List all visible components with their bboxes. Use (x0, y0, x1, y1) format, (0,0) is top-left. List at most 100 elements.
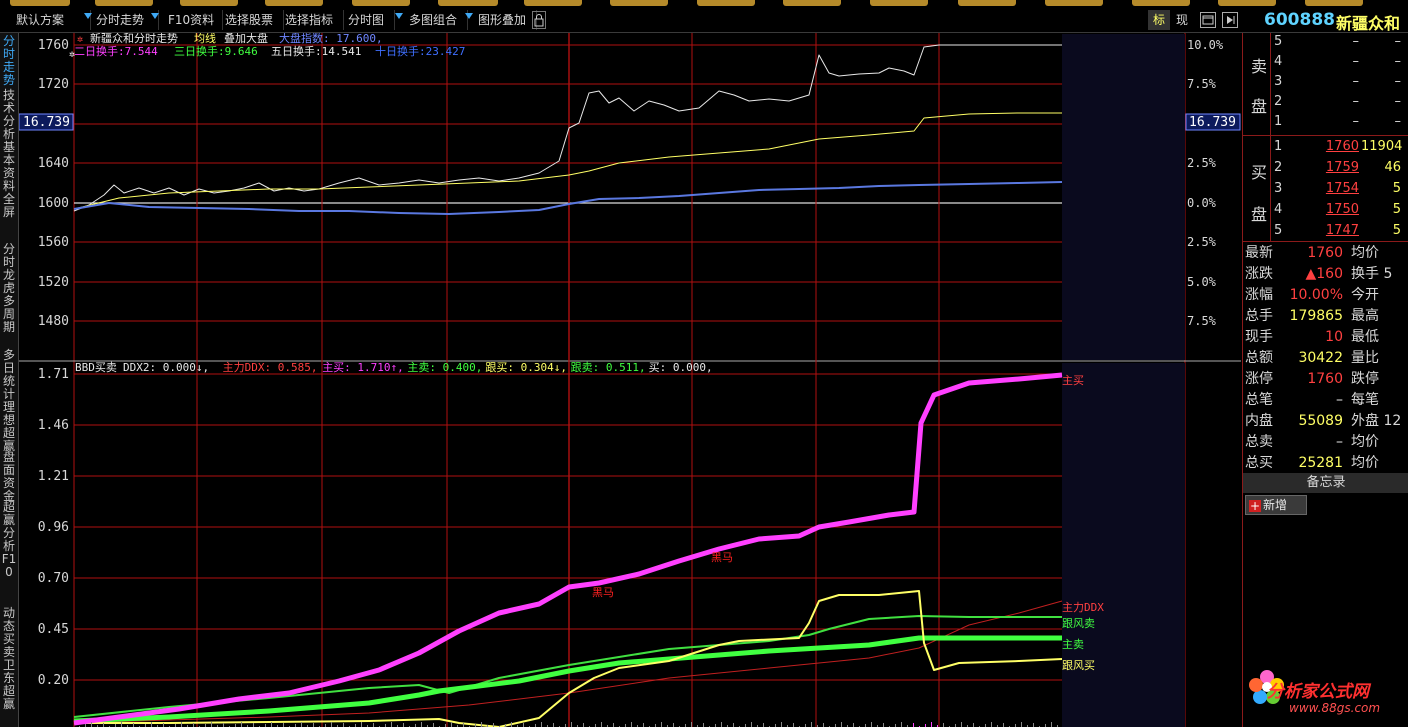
intraday-button[interactable]: 分时走势 (92, 10, 159, 30)
memo-add-button[interactable]: + 新增 (1245, 495, 1307, 515)
tab-now[interactable]: 现 (1176, 10, 1192, 30)
top-tab[interactable] (783, 0, 841, 6)
signal-label: 黑马 (592, 586, 614, 599)
order-book-buy-row[interactable]: 3 1754 5 (1243, 181, 1408, 201)
future-region (1062, 34, 1185, 360)
order-volume: 11904 (1361, 139, 1403, 154)
order-book-buy-row[interactable]: 1 1760 11904 (1243, 139, 1408, 159)
f10-button[interactable]: F10资料 (164, 10, 223, 30)
left-tab-12[interactable]: 动态买卖 (1, 607, 17, 659)
bottom-bar (703, 723, 704, 727)
quote-label-right: 每笔 (1351, 392, 1379, 408)
bottom-bar (583, 723, 584, 727)
top-tab[interactable] (697, 0, 755, 6)
indicator-tick-label: 0.45 (38, 622, 69, 637)
quote-label: 总手 (1245, 308, 1273, 324)
top-tab[interactable] (265, 0, 323, 6)
overlay-button[interactable]: 图形叠加 (474, 10, 537, 30)
signal-label: 黑马 (711, 551, 733, 564)
left-tab-11[interactable]: F10 (1, 553, 17, 579)
chevron-down-icon[interactable] (151, 13, 159, 19)
panel-toggle-icon[interactable] (1222, 12, 1238, 28)
left-tab-7[interactable]: 多日统计 (1, 349, 17, 401)
top-tab[interactable] (95, 0, 153, 6)
top-tab[interactable] (352, 0, 410, 6)
chevron-down-icon[interactable] (465, 13, 473, 19)
left-tab-1[interactable]: 分时走势 (1, 35, 17, 87)
top-tab[interactable] (610, 0, 668, 6)
select-indicator-button[interactable]: 选择指标 (281, 10, 344, 30)
left-tab-4[interactable]: 全屏 (1, 193, 17, 219)
bottom-bar (283, 723, 284, 727)
top-tab[interactable] (524, 0, 582, 6)
top-tab[interactable] (870, 0, 928, 6)
indicator-readout: 跟买: 0.304↓, (485, 361, 567, 374)
top-tab-strip (0, 0, 1408, 7)
left-tab-8[interactable]: 理想超赢 (1, 401, 17, 453)
top-tab[interactable] (1132, 0, 1190, 6)
quote-value: 55089 (1298, 413, 1343, 429)
stock-code: 600888 (1264, 10, 1335, 30)
bottom-bar (421, 722, 422, 727)
bottom-bar (943, 723, 944, 727)
quote-value: 179865 (1289, 308, 1343, 324)
quote-row: 总卖 – 均价 (1243, 432, 1408, 452)
scheme-button[interactable]: 默认方案 (12, 10, 91, 30)
top-tab[interactable] (438, 0, 498, 6)
top-tab[interactable] (1218, 0, 1276, 6)
left-tab-2[interactable]: 技术分析 (1, 89, 17, 141)
left-tab-5[interactable]: 分时龙虎 (1, 243, 17, 295)
multi-chart-button[interactable]: 多图组合 (405, 10, 468, 30)
top-tab[interactable] (10, 0, 70, 6)
quote-label-right: 今开 (1351, 287, 1379, 303)
bottom-bar (313, 723, 314, 727)
order-level: 4 (1274, 54, 1283, 69)
order-book-buy-row[interactable]: 5 1747 5 (1243, 223, 1408, 243)
bottom-bar (133, 723, 134, 727)
left-tab-3[interactable]: 基本资料 (1, 141, 17, 193)
quote-row: 总手 179865 最高 (1243, 306, 1408, 326)
order-volume: – (1394, 114, 1402, 129)
quote-label: 总笔 (1245, 392, 1273, 408)
bottom-bar (301, 722, 302, 727)
window-icon[interactable] (1200, 12, 1216, 28)
order-book-buy-row[interactable]: 2 1759 46 (1243, 160, 1408, 180)
top-tab[interactable] (1045, 0, 1103, 6)
chevron-down-icon[interactable] (395, 13, 403, 19)
left-tab-13[interactable]: 卫东超赢 (1, 659, 17, 711)
left-tab-6[interactable]: 多周期 (1, 295, 17, 334)
order-book-buy-row[interactable]: 4 1750 5 (1243, 202, 1408, 222)
left-tab-10[interactable]: 超赢分析 (1, 501, 17, 553)
chevron-down-icon[interactable] (84, 13, 92, 19)
quote-value: ▲160 (1305, 266, 1344, 282)
bottom-bar (1033, 723, 1034, 727)
order-volume: 5 (1392, 181, 1401, 196)
bottom-bar (793, 723, 794, 727)
bottom-bar (181, 722, 182, 727)
overlay-label: 叠加大盘 (224, 33, 268, 45)
quote-row: 涨跌 ▲160 换手 5 (1243, 264, 1408, 284)
select-stock-button[interactable]: 选择股票 (221, 10, 284, 30)
intraday-chart-button[interactable]: 分时图 (344, 10, 395, 30)
top-tab[interactable] (180, 0, 238, 6)
quote-row: 涨停 1760 跌停 (1243, 369, 1408, 389)
price-tick-label: 1760 (38, 38, 69, 53)
order-price: – (1352, 74, 1360, 89)
quote-label-right: 换手 5 (1351, 266, 1393, 282)
indicator-tick-label: 0.20 (38, 673, 69, 688)
bottom-bar (991, 722, 992, 727)
top-tab[interactable] (1305, 0, 1363, 6)
order-book-sell-row: 4 – – (1243, 54, 1408, 74)
lock-icon[interactable] (532, 11, 546, 29)
series-label-follow-sell: 跟风卖 (1062, 617, 1095, 630)
stock-name: 新疆众和 (1336, 14, 1401, 33)
order-volume: – (1394, 74, 1402, 89)
left-tab-9[interactable]: 盘面资金 (1, 451, 17, 503)
tab-mark[interactable]: 标 (1148, 10, 1170, 30)
top-tab[interactable] (958, 0, 1016, 6)
order-price: – (1352, 94, 1360, 109)
quote-value: 30422 (1298, 350, 1343, 366)
order-level: 5 (1274, 223, 1283, 238)
quote-label-right: 外盘 12 (1351, 413, 1402, 429)
percent-tick-label: 2.5% (1187, 235, 1217, 249)
